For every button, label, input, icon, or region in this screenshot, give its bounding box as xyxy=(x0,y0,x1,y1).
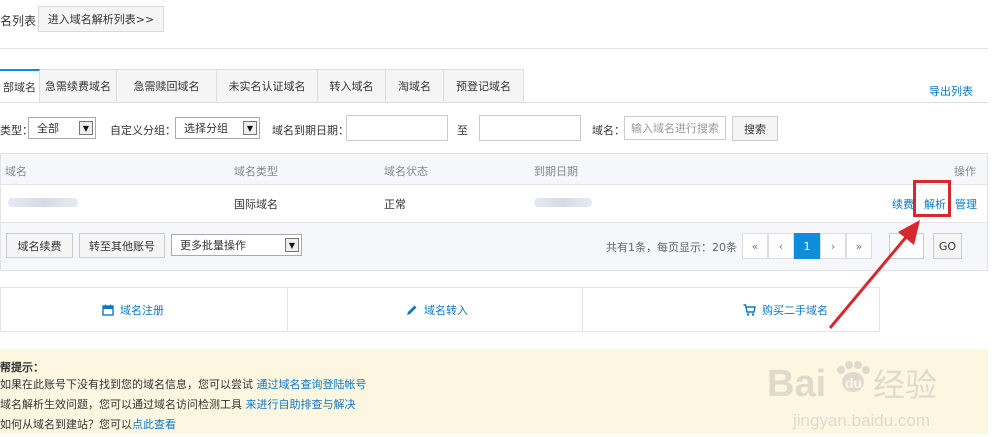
search-button[interactable]: 搜索 xyxy=(732,116,778,141)
transfer-in-label: 域名转入 xyxy=(424,304,468,317)
highlight-box xyxy=(913,180,951,217)
expiry-label: 域名到期日期： xyxy=(272,124,349,137)
tip-line-1: 如果在此账号下没有找到您的域名信息，您可以尝试 通过域名查询登陆帐号 xyxy=(0,376,367,392)
group-select[interactable]: 选择分组 ▼ xyxy=(175,117,260,139)
col-expiry: 到期日期 xyxy=(534,165,578,178)
col-type: 域名类型 xyxy=(234,165,278,178)
chevron-down-icon: ▼ xyxy=(243,121,257,135)
group-select-value: 选择分组 xyxy=(184,122,228,135)
tips-title: 帮提示： xyxy=(0,361,44,374)
tab-urgent-renew[interactable]: 急需续费域名 xyxy=(40,69,117,103)
svg-text:Bai: Bai xyxy=(767,363,826,405)
calendar-icon xyxy=(102,304,114,316)
baidu-jingyan-watermark: Bai du 经验 jingyan.baidu.com xyxy=(767,361,937,430)
svg-text:jingyan.baidu.com: jingyan.baidu.com xyxy=(792,411,930,430)
cart-icon xyxy=(743,304,756,316)
export-list-link[interactable]: 导出列表 xyxy=(929,83,973,99)
domain-search-input[interactable]: 输入域名进行搜索 xyxy=(624,116,726,140)
buy-second-hand-button[interactable]: 购买二手域名 xyxy=(743,302,828,318)
tip-1-text: 如果在此账号下没有找到您的域名信息，您可以尝试 xyxy=(0,378,257,391)
go-button[interactable]: GO xyxy=(933,233,962,259)
annotation-arrow-icon xyxy=(828,220,920,329)
expiry-date-blurred xyxy=(534,198,592,207)
col-status: 域名状态 xyxy=(384,165,428,178)
domain-label: 域名： xyxy=(592,124,625,137)
tab-transfer-in[interactable]: 转入域名 xyxy=(318,69,386,103)
table-header xyxy=(0,153,988,185)
bulk-renew-button[interactable]: 域名续费 xyxy=(6,233,73,258)
type-select-value: 全部 xyxy=(37,122,59,135)
view-guide-link[interactable]: 点此查看 xyxy=(132,418,176,431)
bulk-actions-select[interactable]: 更多批量操作 ▼ xyxy=(171,234,302,256)
buy-second-hand-label: 购买二手域名 xyxy=(762,304,828,317)
tip-3-text: 如何从域名到建站？您可以 xyxy=(0,418,132,431)
divider xyxy=(582,287,583,332)
transfer-in-button[interactable]: 域名转入 xyxy=(406,302,468,318)
transfer-account-button[interactable]: 转至其他账号 xyxy=(79,233,165,258)
tabs-underline xyxy=(0,102,988,103)
tab-tao-domain[interactable]: 淘域名 xyxy=(386,69,444,103)
chevron-down-icon: ▼ xyxy=(79,121,93,135)
pencil-icon xyxy=(407,305,417,315)
group-label: 自定义分组： xyxy=(110,124,176,137)
divider xyxy=(287,287,288,332)
manage-link[interactable]: 管理 xyxy=(955,196,977,212)
col-actions: 操作 xyxy=(954,165,976,178)
type-select[interactable]: 全部 ▼ xyxy=(28,117,96,139)
tab-preregister[interactable]: 预登记域名 xyxy=(444,69,524,103)
self-check-link[interactable]: 来进行自助排查与解决 xyxy=(246,398,356,411)
tab-all-domains[interactable]: 部域名 xyxy=(0,69,40,103)
range-separator: 至 xyxy=(457,124,468,137)
first-page-button[interactable]: « xyxy=(742,233,768,259)
expiry-end-input[interactable] xyxy=(479,115,581,141)
tip-line-3: 如何从域名到建站？您可以点此查看 xyxy=(0,416,176,432)
svg-text:经验: 经验 xyxy=(873,366,937,404)
tip-line-2: 域名解析生效问题，您可以通过域名访问检测工具 来进行自助排查与解决 xyxy=(0,396,356,412)
svg-text:du: du xyxy=(845,375,862,391)
register-label: 域名注册 xyxy=(120,304,164,317)
parse-list-button[interactable]: 进入域名解析列表>> xyxy=(38,6,164,32)
register-domain-button[interactable]: 域名注册 xyxy=(102,302,164,318)
col-domain: 域名 xyxy=(5,165,27,178)
bulk-actions-value: 更多批量操作 xyxy=(180,239,246,252)
divider xyxy=(0,48,988,49)
expiry-start-input[interactable] xyxy=(346,115,448,141)
domain-status-cell: 正常 xyxy=(384,198,406,211)
domain-type-cell: 国际域名 xyxy=(234,198,278,211)
tab-urgent-redeem[interactable]: 急需赎回域名 xyxy=(117,69,217,103)
find-account-link[interactable]: 通过域名查询登陆帐号 xyxy=(257,378,367,391)
pagination-summary: 共有1条，每页显示：20条 xyxy=(606,241,737,254)
page-1-button[interactable]: 1 xyxy=(794,233,820,259)
renew-link[interactable]: 续费 xyxy=(892,196,914,212)
chevron-down-icon: ▼ xyxy=(285,238,299,252)
domain-name-blurred[interactable] xyxy=(8,198,78,207)
tab-bar: 部域名 急需续费域名 急需赎回域名 未实名认证域名 转入域名 淘域名 预登记域名 xyxy=(0,69,524,103)
tip-2-text: 域名解析生效问题，您可以通过域名访问检测工具 xyxy=(0,398,246,411)
page-title: 名列表 xyxy=(0,14,37,28)
prev-page-button[interactable]: ‹ xyxy=(768,233,794,259)
tab-unverified[interactable]: 未实名认证域名 xyxy=(217,69,318,103)
